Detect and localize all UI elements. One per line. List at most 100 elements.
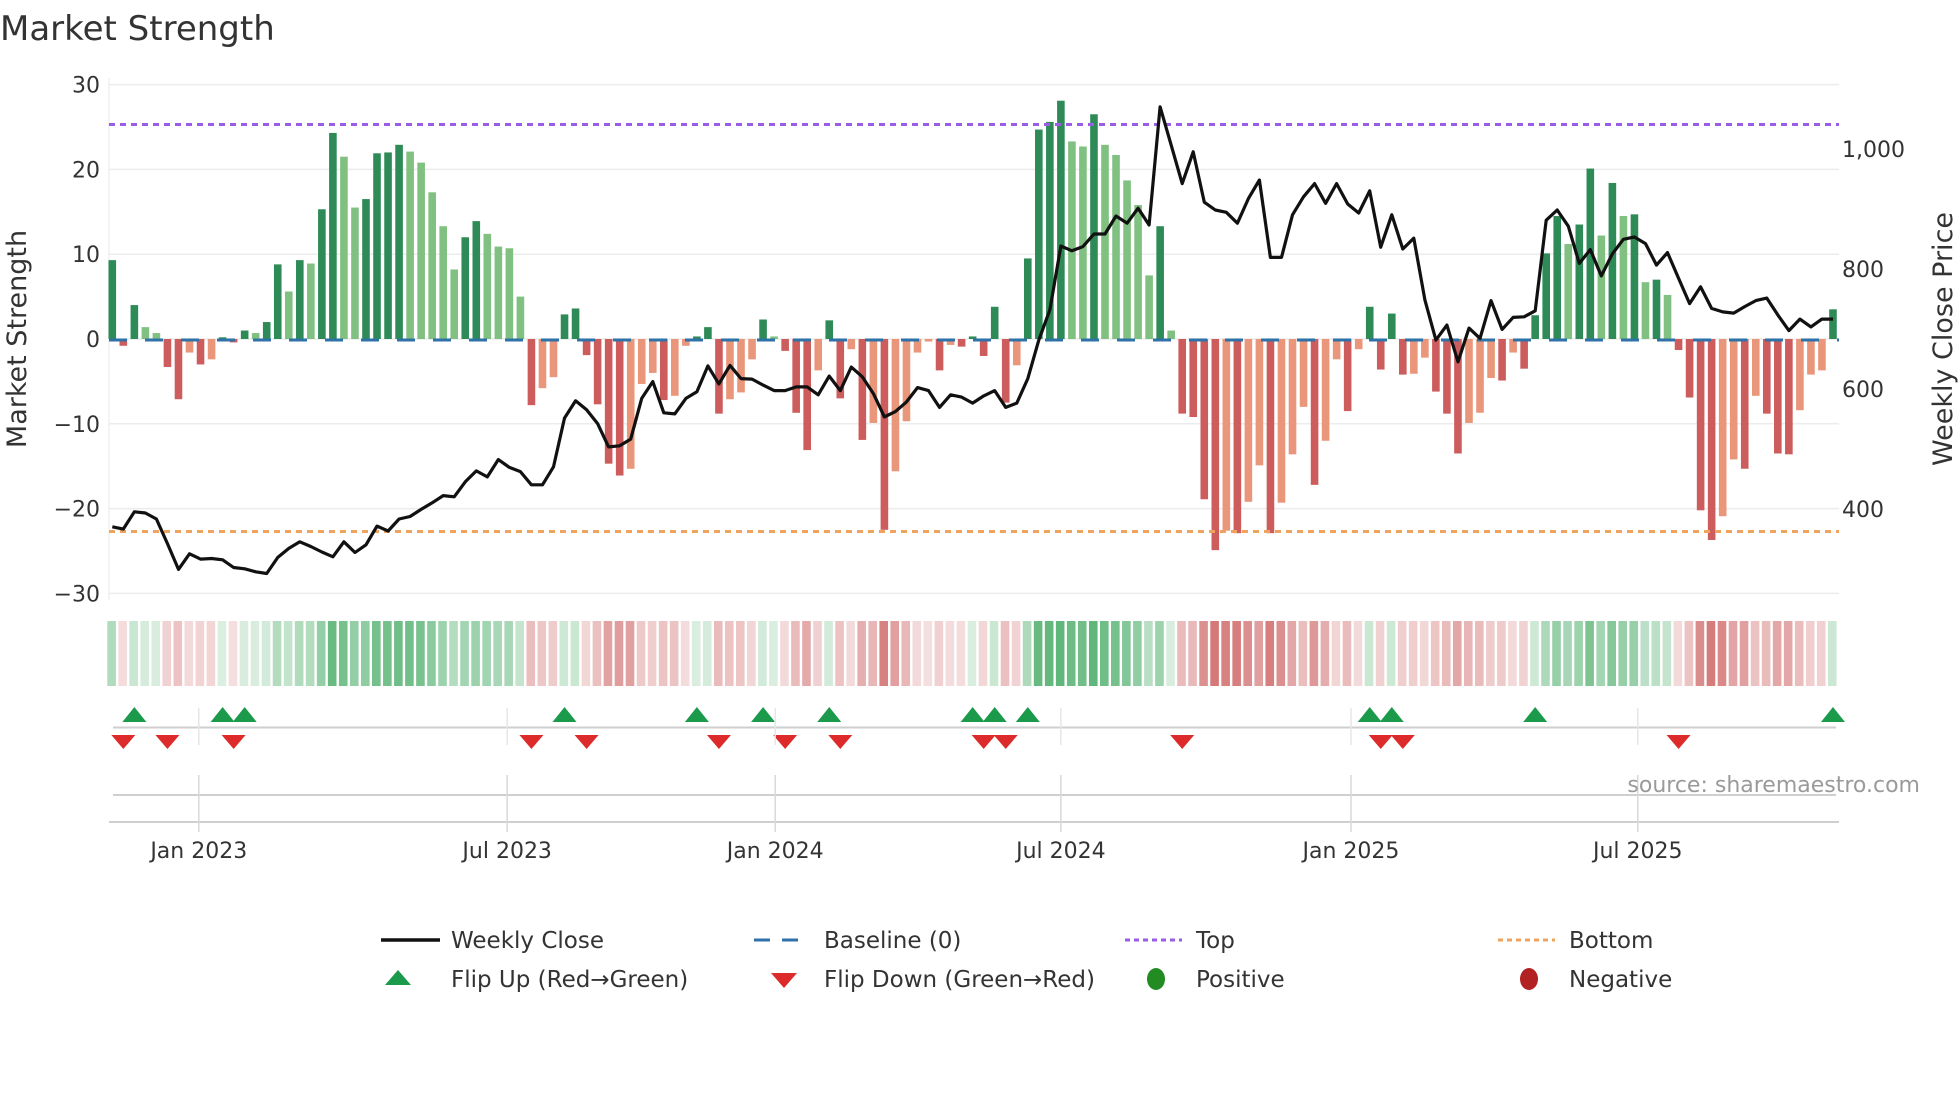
strength-bar xyxy=(251,333,260,339)
strength-bar xyxy=(163,339,172,367)
heat-cell xyxy=(1585,621,1594,686)
strength-bar xyxy=(891,339,900,472)
legend-item-flip-down[interactable]: Flip Down (Green→Red) xyxy=(771,967,1095,993)
heat-cell xyxy=(1342,621,1352,686)
legend-item-positive[interactable]: Positive xyxy=(1147,967,1285,993)
strength-bar xyxy=(990,306,999,339)
strength-bar xyxy=(1321,339,1330,441)
heat-cell xyxy=(1419,621,1429,686)
heat-cell xyxy=(1177,621,1186,686)
strength-bar xyxy=(957,339,966,347)
strength-bar xyxy=(1498,339,1506,381)
legend-item-top[interactable]: Top xyxy=(1125,928,1235,954)
heat-cell xyxy=(1088,621,1098,686)
strength-bar xyxy=(1288,339,1297,455)
heat-cell xyxy=(956,621,966,686)
strength-bar xyxy=(1718,339,1727,517)
legend-item-baseline[interactable]: Baseline (0) xyxy=(754,928,961,954)
heat-cell xyxy=(173,621,183,686)
heat-cell xyxy=(1408,621,1418,686)
legend-label: Top xyxy=(1195,928,1235,954)
strength-bar xyxy=(1012,339,1021,366)
heat-cell xyxy=(1331,621,1341,686)
strength-bar xyxy=(384,152,392,339)
strength-bar xyxy=(296,260,304,339)
heat-cell xyxy=(184,621,194,686)
flip-down-marker xyxy=(519,735,544,749)
strength-bar xyxy=(1542,253,1550,339)
y-tick-label: 10 xyxy=(72,243,100,268)
heat-cell xyxy=(1783,621,1793,686)
legend-item-negative[interactable]: Negative xyxy=(1520,967,1672,993)
strength-bar xyxy=(549,339,558,378)
heat-cell xyxy=(427,621,436,686)
heat-cell xyxy=(559,621,569,686)
heat-cell xyxy=(978,621,988,686)
legend-item-flip-up[interactable]: Flip Up (Red→Green) xyxy=(385,967,688,993)
heat-cell xyxy=(1155,621,1164,686)
heat-cell xyxy=(625,621,635,686)
strength-bar xyxy=(902,339,911,422)
heat-cell xyxy=(493,621,502,686)
legend-item-weekly-close[interactable]: Weekly Close xyxy=(381,928,604,954)
y-tick-label: 30 xyxy=(72,74,100,99)
y2-tick-label: 800 xyxy=(1842,258,1884,283)
strength-bar xyxy=(1387,313,1396,339)
strength-bar xyxy=(1531,315,1539,339)
strength-bar xyxy=(1553,216,1562,339)
strength-bars xyxy=(108,100,1837,551)
strength-bar xyxy=(1310,339,1319,485)
heat-cell xyxy=(383,621,392,686)
flip-up-marker xyxy=(751,707,776,722)
strength-bar xyxy=(1674,339,1683,351)
flip-up-marker xyxy=(982,707,1007,722)
heat-cell xyxy=(1750,621,1760,686)
strength-bar xyxy=(1818,339,1826,371)
y2-axis-label: Weekly Close Price xyxy=(1928,212,1959,466)
flip-down-marker xyxy=(221,735,246,749)
flip-up-marker xyxy=(1379,707,1404,722)
heat-cell xyxy=(747,621,756,686)
y-tick-label: −10 xyxy=(54,413,100,438)
strength-bar xyxy=(1255,339,1264,466)
y-tick-label: 0 xyxy=(86,328,100,353)
legend-label: Flip Down (Green→Red) xyxy=(824,967,1095,993)
legend-item-bottom[interactable]: Bottom xyxy=(1498,928,1653,954)
heat-cell xyxy=(1695,621,1705,686)
heat-cell xyxy=(250,621,260,686)
heat-cell xyxy=(416,621,425,686)
heat-cell xyxy=(1706,621,1716,686)
strength-bar xyxy=(1829,309,1837,339)
heat-cell xyxy=(813,621,822,686)
heat-cell xyxy=(1144,621,1153,686)
legend-label: Weekly Close xyxy=(451,928,604,954)
heat-cell xyxy=(636,621,646,686)
strength-bar xyxy=(439,226,447,339)
flip-up-marker xyxy=(1015,707,1040,722)
heat-cell xyxy=(1133,621,1142,686)
heat-cell xyxy=(1662,621,1672,686)
heat-cell xyxy=(1066,621,1076,686)
left-axis: 30 20 10 0 −10 −20 −30 xyxy=(54,74,100,608)
strength-bar xyxy=(1222,339,1231,531)
heat-cell xyxy=(702,621,712,686)
strength-bar xyxy=(428,192,436,339)
flip-up-marker xyxy=(1357,707,1382,722)
heat-cell xyxy=(1794,621,1804,686)
strength-bar xyxy=(1299,339,1308,407)
strength-bar xyxy=(1189,339,1198,418)
strength-bar xyxy=(814,339,823,371)
strength-bar xyxy=(152,333,161,339)
x-tick-label: Jan 2023 xyxy=(148,839,247,864)
heat-cell xyxy=(1320,621,1330,686)
heat-cell xyxy=(1265,621,1275,686)
heat-cell xyxy=(1530,621,1539,686)
heat-cell xyxy=(1077,621,1087,686)
heat-cell xyxy=(1353,621,1363,686)
strength-bar xyxy=(1101,144,1109,339)
heat-cell xyxy=(680,621,690,686)
heat-cell xyxy=(581,621,591,686)
y2-tick-label: 1,000 xyxy=(1842,138,1905,163)
heat-cell xyxy=(1563,621,1572,686)
heat-cell xyxy=(129,621,138,686)
